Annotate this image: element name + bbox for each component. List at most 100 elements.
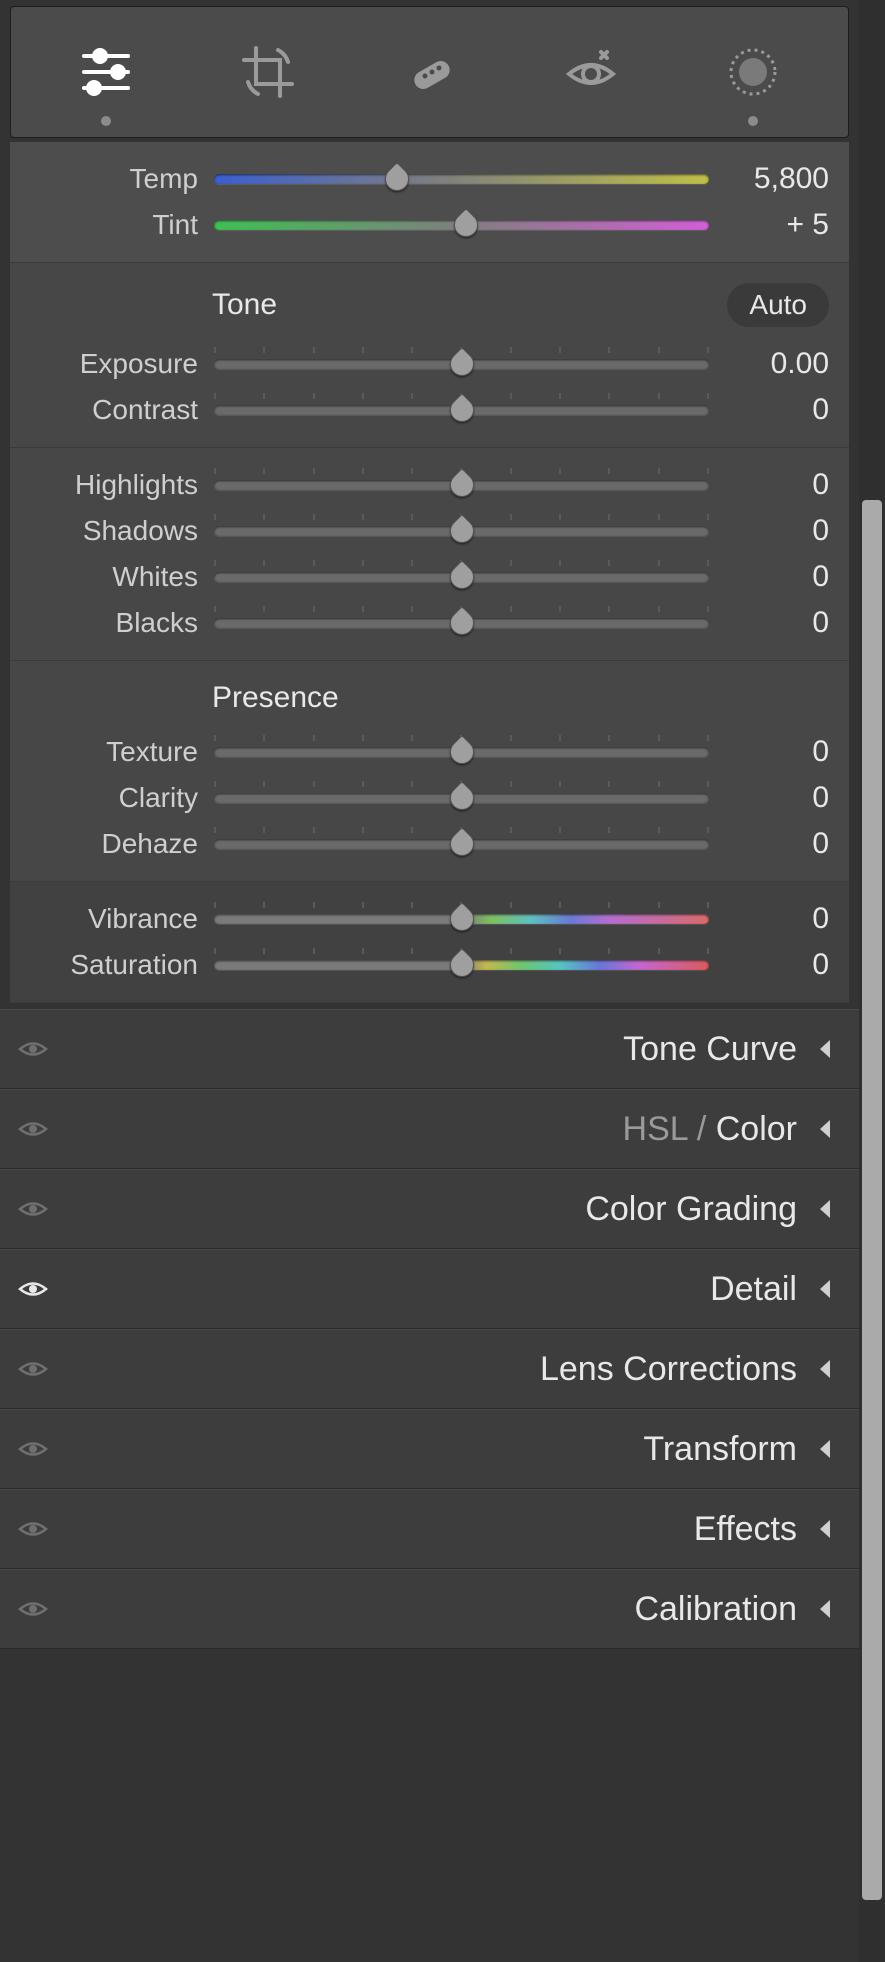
collapse-chevron[interactable] [813,1437,837,1461]
temp-value[interactable]: 5,800 [709,162,829,196]
eye-icon [18,1274,48,1304]
contrast-value[interactable]: 0 [709,393,829,427]
tint-slider[interactable] [214,202,709,248]
exposure-label: Exposure [30,348,214,380]
eye-icon [18,1594,48,1624]
scrollbar-thumb[interactable] [862,500,882,1900]
chevron-left-icon [813,1277,837,1301]
collapse-chevron[interactable] [813,1597,837,1621]
clarity-label: Clarity [30,782,214,814]
whites-value[interactable]: 0 [709,560,829,594]
tone-header: Tone Auto [30,277,829,341]
clarity-slider[interactable] [214,775,709,821]
saturation-value[interactable]: 0 [709,948,829,982]
exposure-slider[interactable] [214,341,709,387]
texture-row: Texture 0 [30,729,829,775]
masking-icon [725,44,781,100]
eye-icon [18,1514,48,1544]
shadows-label: Shadows [30,515,214,547]
vibrance-slider[interactable] [214,896,709,942]
panel-toggle-eye[interactable] [16,1112,50,1146]
blacks-row: Blacks 0 [30,600,829,646]
collapse-chevron[interactable] [813,1117,837,1141]
clarity-row: Clarity 0 [30,775,829,821]
dehaze-value[interactable]: 0 [709,827,829,861]
presence-title: Presence [30,681,829,715]
highlights-slider[interactable] [214,462,709,508]
develop-panel: Temp 5,800 Tint + 5 Tone Auto [0,0,859,1962]
panel-header-tone-curve[interactable]: Tone Curve [0,1009,859,1089]
tool-indicator-dot [101,116,111,126]
panel-title-main: Color [716,1110,797,1148]
shadows-slider[interactable] [214,508,709,554]
panel-header-hsl-color[interactable]: HSL / Color [0,1089,859,1169]
blacks-label: Blacks [30,607,214,639]
blacks-value[interactable]: 0 [709,606,829,640]
panel-header-color-grading[interactable]: Color Grading [0,1169,859,1249]
redeye-tool-button[interactable] [555,36,627,108]
whites-label: Whites [30,561,214,593]
collapse-chevron[interactable] [813,1277,837,1301]
temp-track [214,174,709,184]
shadows-value[interactable]: 0 [709,514,829,548]
chevron-left-icon [813,1117,837,1141]
whites-slider[interactable] [214,554,709,600]
crop-tool-button[interactable] [232,36,304,108]
panel-toggle-eye[interactable] [16,1592,50,1626]
vibrance-row: Vibrance 0 [30,896,829,942]
panel-toggle-eye[interactable] [16,1272,50,1306]
shadows-row: Shadows 0 [30,508,829,554]
eye-icon [18,1434,48,1464]
highlights-label: Highlights [30,469,214,501]
panel-toggle-eye[interactable] [16,1032,50,1066]
tone-section: Tone Auto Exposure 0.00 Contrast [10,263,849,448]
saturation-slider[interactable] [214,942,709,988]
contrast-slider[interactable] [214,387,709,433]
panel-header-lens-corrections[interactable]: Lens Corrections [0,1329,859,1409]
panel-header-calibration[interactable]: Calibration [0,1569,859,1649]
panel-toggle-eye[interactable] [16,1512,50,1546]
highlights-value[interactable]: 0 [709,468,829,502]
red-eye-icon [563,44,619,100]
eye-icon [18,1114,48,1144]
tool-indicator-dot [748,116,758,126]
chevron-left-icon [813,1517,837,1541]
contrast-row: Contrast 0 [30,387,829,433]
vibrance-value[interactable]: 0 [709,902,829,936]
temp-slider[interactable] [214,156,709,202]
panel-toggle-eye[interactable] [16,1352,50,1386]
dehaze-row: Dehaze 0 [30,821,829,867]
texture-value[interactable]: 0 [709,735,829,769]
edit-sliders-icon [78,44,134,100]
collapsed-panels: Tone Curve HSL / Color Color Grading D [0,1009,859,1649]
collapse-chevron[interactable] [813,1517,837,1541]
texture-label: Texture [30,736,214,768]
healing-tool-button[interactable] [393,36,465,108]
collapse-chevron[interactable] [813,1197,837,1221]
tint-value[interactable]: + 5 [709,208,829,242]
collapse-chevron[interactable] [813,1357,837,1381]
panel-header-detail[interactable]: Detail [0,1249,859,1329]
panel-title: Transform [643,1430,813,1469]
scrollbar[interactable] [859,0,885,1962]
exposure-value[interactable]: 0.00 [709,347,829,381]
auto-button[interactable]: Auto [727,283,829,327]
chevron-left-icon [813,1597,837,1621]
blacks-slider[interactable] [214,600,709,646]
panel-toggle-eye[interactable] [16,1432,50,1466]
texture-slider[interactable] [214,729,709,775]
saturation-label: Saturation [30,949,214,981]
collapse-chevron[interactable] [813,1037,837,1061]
panel-header-effects[interactable]: Effects [0,1489,859,1569]
eye-icon [18,1354,48,1384]
edit-tool-button[interactable] [70,36,142,108]
tint-thumb[interactable] [449,208,483,242]
panel-toggle-eye[interactable] [16,1192,50,1226]
panel-header-transform[interactable]: Transform [0,1409,859,1489]
panel-title: Calibration [634,1590,813,1629]
basic-panel: Temp 5,800 Tint + 5 Tone Auto [10,142,849,1003]
temp-thumb[interactable] [380,162,414,196]
clarity-value[interactable]: 0 [709,781,829,815]
masking-tool-button[interactable] [717,36,789,108]
dehaze-slider[interactable] [214,821,709,867]
